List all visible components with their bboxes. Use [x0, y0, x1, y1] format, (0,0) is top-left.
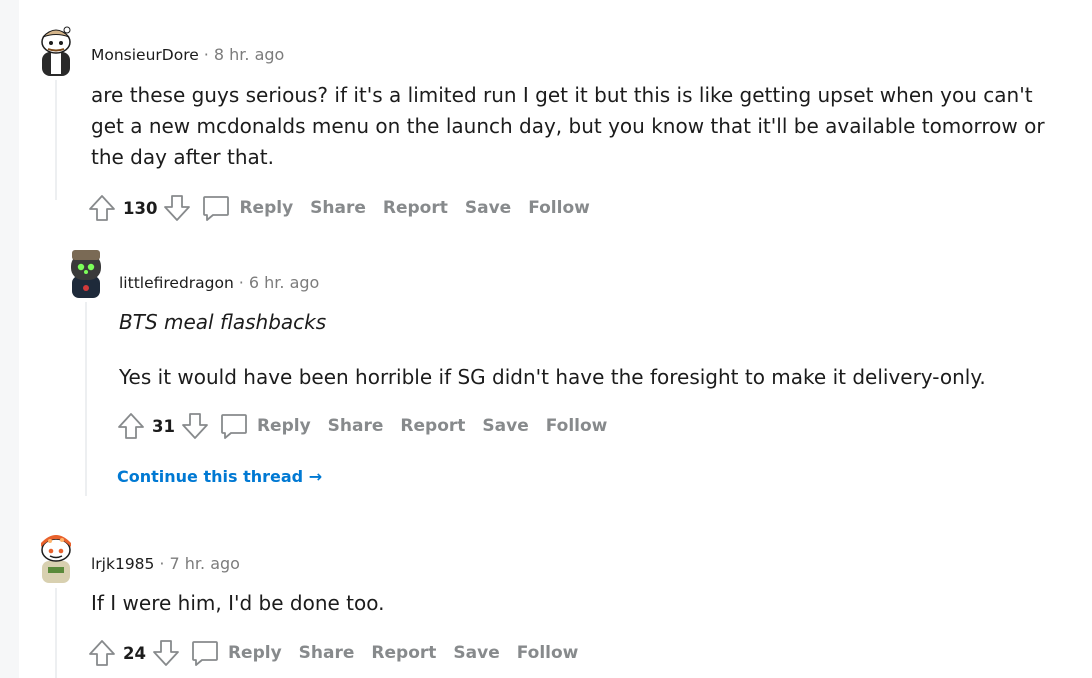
reply-button[interactable]: Reply	[201, 193, 293, 223]
speech-bubble-icon	[201, 193, 231, 223]
comment-body-line: are these guys serious? if it's a limite…	[91, 83, 1033, 107]
report-button[interactable]: Report	[371, 643, 436, 663]
share-button[interactable]: Share	[299, 643, 355, 663]
avatar-littlefiredragon[interactable]	[64, 246, 108, 298]
meta-separator: ·	[238, 273, 244, 292]
comment-actions: 24 Reply Share Report Save Follow	[88, 635, 595, 671]
vote-score: 31	[152, 416, 175, 436]
comment-meta: littlefiredragon · 6 hr. ago	[119, 273, 319, 293]
share-button[interactable]: Share	[310, 198, 366, 218]
downvote-icon[interactable]	[152, 638, 180, 668]
speech-bubble-icon	[219, 411, 249, 441]
downvote-icon[interactable]	[181, 411, 209, 441]
left-gutter	[0, 0, 19, 678]
continue-thread-link[interactable]: Continue this thread →	[117, 467, 322, 486]
comment-timestamp[interactable]: 7 hr. ago	[170, 554, 240, 573]
downvote-icon[interactable]	[163, 193, 191, 223]
upvote-icon[interactable]	[117, 411, 145, 441]
thread-line[interactable]	[85, 302, 87, 496]
arrow-right-icon: →	[308, 467, 323, 486]
meta-separator: ·	[203, 45, 209, 64]
upvote-icon[interactable]	[88, 638, 116, 668]
comment-body: Yes it would have been horrible if SG di…	[119, 362, 986, 393]
comment-meta: MonsieurDore · 8 hr. ago	[91, 45, 284, 65]
vote-score: 24	[123, 643, 146, 663]
report-button[interactable]: Report	[383, 198, 448, 218]
continue-thread-label: Continue this thread	[117, 467, 304, 486]
comment-body-line: Yes it would have been horrible if SG di…	[119, 365, 986, 389]
comment-meta: lrjk1985 · 7 hr. ago	[91, 554, 240, 574]
comment-timestamp[interactable]: 6 hr. ago	[249, 273, 319, 292]
thread-line[interactable]	[55, 588, 57, 678]
comment-actions: 31 Reply Share Report Save Follow	[117, 408, 624, 444]
speech-bubble-icon	[190, 638, 220, 668]
avatar-monsieurdore[interactable]	[34, 24, 78, 76]
comment-body-line: If I were him, I'd be done too.	[91, 591, 385, 615]
vote-score: 130	[123, 198, 158, 218]
comment-body: If I were him, I'd be done too.	[91, 588, 385, 619]
comment-author[interactable]: MonsieurDore	[91, 46, 199, 64]
avatar-lrjk1985[interactable]	[34, 531, 78, 583]
follow-button[interactable]: Follow	[546, 416, 608, 436]
save-button[interactable]: Save	[482, 416, 528, 436]
reply-label: Reply	[256, 416, 311, 436]
follow-button[interactable]: Follow	[517, 643, 579, 663]
reply-label: Reply	[227, 643, 282, 663]
reply-label: Reply	[239, 198, 294, 218]
comment-body: are these guys serious? if it's a limite…	[91, 80, 1045, 173]
comment-timestamp[interactable]: 8 hr. ago	[214, 45, 284, 64]
save-button[interactable]: Save	[465, 198, 511, 218]
comment-author[interactable]: lrjk1985	[91, 555, 154, 573]
reply-button[interactable]: Reply	[219, 411, 311, 441]
comment-author[interactable]: littlefiredragon	[119, 274, 234, 292]
follow-button[interactable]: Follow	[528, 198, 590, 218]
report-button[interactable]: Report	[400, 416, 465, 436]
save-button[interactable]: Save	[453, 643, 499, 663]
comment-actions: 130 Reply Share Report Save Follow	[88, 190, 607, 226]
comment-body-line: get a new mcdonalds menu on the launch d…	[91, 114, 1045, 138]
reply-button[interactable]: Reply	[190, 638, 282, 668]
thread-line[interactable]	[55, 80, 57, 200]
comment-body-line: the day after that.	[91, 145, 274, 169]
upvote-icon[interactable]	[88, 193, 116, 223]
share-button[interactable]: Share	[328, 416, 384, 436]
comment-quote: BTS meal flashbacks	[119, 310, 327, 334]
meta-separator: ·	[159, 554, 165, 573]
